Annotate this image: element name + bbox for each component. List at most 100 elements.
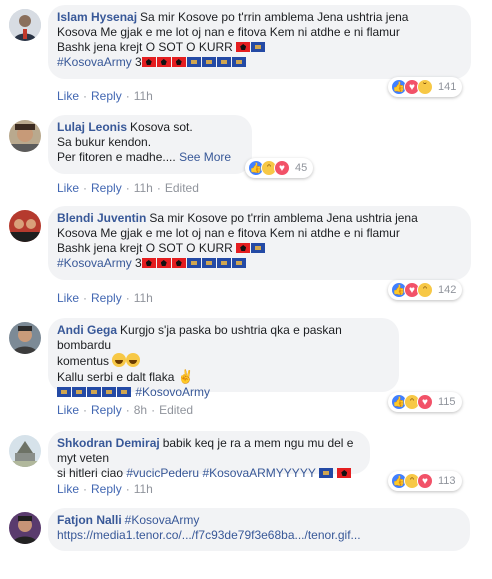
hashtag-link[interactable]: #KosovaARMYYYYY bbox=[202, 466, 315, 480]
kosovo-flag-icon bbox=[186, 57, 201, 67]
like-button[interactable]: Like bbox=[57, 181, 79, 195]
albania-flag-icon bbox=[236, 243, 251, 253]
sad-reaction-icon: ˘ bbox=[417, 79, 433, 95]
comment-bubble: Shkodran Demiraj babik keq je ra a mem ng… bbox=[48, 431, 370, 480]
reply-button[interactable]: Reply bbox=[91, 482, 122, 496]
comment-bubble: Andi Gega Kurgjo s'ja paska bo ushtria qk… bbox=[48, 318, 399, 399]
comment-text: komentus bbox=[57, 354, 110, 368]
love-reaction-icon: ♥ bbox=[417, 394, 433, 410]
comment-text: Kallu serbi e dalt flaka bbox=[57, 370, 175, 384]
commenter-name[interactable]: Blendi Juventin bbox=[57, 211, 146, 225]
avatar-image bbox=[9, 322, 41, 354]
victory-hand-icon: ✌ bbox=[177, 369, 194, 384]
reply-button[interactable]: Reply bbox=[91, 403, 122, 417]
albania-flag-icon bbox=[171, 57, 186, 67]
avatar-image bbox=[9, 9, 41, 41]
albania-flag-icon bbox=[141, 258, 156, 268]
commenter-name[interactable]: Andi Gega bbox=[57, 323, 117, 337]
commenter-name[interactable]: Fatjon Nalli bbox=[57, 513, 122, 527]
avatar[interactable] bbox=[9, 9, 41, 41]
hashtag-link[interactable]: #KosovoArmy bbox=[135, 385, 210, 399]
like-button[interactable]: Like bbox=[57, 482, 79, 496]
like-button[interactable]: Like bbox=[57, 89, 79, 103]
avatar[interactable] bbox=[9, 435, 41, 467]
avatar[interactable] bbox=[9, 210, 41, 242]
gif-link[interactable]: https://media1.tenor.co/.../f7c93de79f3e… bbox=[57, 528, 361, 542]
reaction-count: 141 bbox=[438, 81, 457, 93]
timestamp[interactable]: 11h bbox=[134, 181, 153, 195]
reaction-count: 115 bbox=[438, 396, 456, 408]
kosovo-flag-icon bbox=[117, 387, 131, 397]
reaction-summary[interactable]: 👍 ᵔ ♥ 113 bbox=[388, 471, 462, 491]
comment-text: Bashk jena krejt O SOT O KURR bbox=[57, 241, 233, 255]
comment-text: si hitleri ciao bbox=[57, 466, 124, 480]
love-reaction-icon: ♥ bbox=[417, 473, 433, 489]
avatar[interactable] bbox=[9, 512, 41, 544]
hashtag-link[interactable]: #vucicPederu bbox=[126, 466, 199, 480]
hashtag-suffix: 3 bbox=[135, 256, 142, 270]
edited-label[interactable]: Edited bbox=[165, 181, 199, 195]
comment-text: Bashk jena krejt O SOT O KURR bbox=[57, 40, 233, 54]
albania-flag-icon bbox=[337, 468, 352, 478]
timestamp[interactable]: 11h bbox=[134, 291, 153, 305]
commenter-name[interactable]: Islam Hysenaj bbox=[57, 10, 137, 24]
comment-actions: Like · Reply · 11h · Edited bbox=[57, 181, 199, 195]
comment-text: Kosova Me gjak e me lot oj nan e fitova … bbox=[57, 25, 400, 39]
comment-text: Kosova Me gjak e me lot oj nan e fitova … bbox=[57, 226, 400, 240]
comment-actions: Like · Reply · 8h · Edited bbox=[57, 403, 194, 417]
see-more-link[interactable]: See More bbox=[179, 150, 231, 164]
comment-actions: Like · Reply · 11h bbox=[57, 89, 153, 103]
reaction-summary[interactable]: 👍 ♥ ᵔ 142 bbox=[388, 280, 463, 300]
kosovo-flag-icon bbox=[251, 243, 266, 253]
like-button[interactable]: Like bbox=[57, 403, 79, 417]
timestamp[interactable]: 11h bbox=[134, 89, 153, 103]
reaction-count: 142 bbox=[438, 284, 457, 296]
comment-actions: Like · Reply · 11h bbox=[57, 291, 153, 305]
reaction-summary[interactable]: 👍 ᵔ ♥ 45 bbox=[245, 158, 314, 178]
avatar-image bbox=[9, 210, 41, 242]
commenter-name[interactable]: Shkodran Demiraj bbox=[57, 436, 160, 450]
kosovo-flag-icon bbox=[216, 57, 231, 67]
albania-flag-icon bbox=[171, 258, 186, 268]
kosovo-flag-icon bbox=[102, 387, 116, 397]
comment-actions: Like · Reply · 11h bbox=[57, 482, 153, 496]
comment-text: Sa bukur kendon. bbox=[57, 135, 152, 149]
hashtag-link[interactable]: #KosovaArmy bbox=[125, 513, 200, 527]
timestamp[interactable]: 11h bbox=[134, 482, 153, 496]
edited-label[interactable]: Edited bbox=[159, 403, 193, 417]
hashtag-suffix: 3 bbox=[135, 55, 142, 69]
kosovo-flag-icon bbox=[251, 42, 266, 52]
albania-flag-icon bbox=[141, 57, 156, 67]
like-button[interactable]: Like bbox=[57, 291, 79, 305]
comment-text: Sa mir Kosove po t'rrin amblema Jena ush… bbox=[149, 211, 418, 225]
kosovo-flag-icon bbox=[186, 258, 201, 268]
kosovo-flag-icon bbox=[318, 468, 333, 478]
comment-text: Sa mir Kosove po t'rrin amblema Jena ush… bbox=[140, 10, 409, 24]
kosovo-flag-icon bbox=[216, 258, 231, 268]
avatar-image bbox=[9, 120, 41, 152]
albania-flag-icon bbox=[156, 258, 171, 268]
avatar-image bbox=[9, 512, 41, 544]
avatar-image bbox=[9, 435, 41, 467]
reply-button[interactable]: Reply bbox=[91, 181, 122, 195]
albania-flag-icon bbox=[156, 57, 171, 67]
reaction-summary[interactable]: 👍 ᵔ ♥ 115 bbox=[388, 392, 462, 412]
reply-button[interactable]: Reply bbox=[91, 89, 122, 103]
commenter-name[interactable]: Lulaj Leonis bbox=[57, 120, 127, 134]
hashtag-link[interactable]: #KosovaArmy bbox=[57, 256, 132, 270]
reaction-count: 113 bbox=[438, 475, 456, 487]
avatar[interactable] bbox=[9, 322, 41, 354]
kosovo-flag-icon bbox=[57, 387, 71, 397]
hashtag-link[interactable]: #KosovaArmy bbox=[57, 55, 132, 69]
comment-bubble: Fatjon Nalli #KosovaArmy https://media1.t… bbox=[48, 508, 470, 551]
timestamp[interactable]: 8h bbox=[134, 403, 147, 417]
kosovo-flag-icon bbox=[231, 57, 246, 67]
haha-reaction-icon: ᵔ bbox=[417, 282, 433, 298]
comment-text: Per fitoren e madhe.... bbox=[57, 150, 176, 164]
reply-button[interactable]: Reply bbox=[91, 291, 122, 305]
kosovo-flag-icon bbox=[201, 57, 216, 67]
comment-bubble: Lulaj Leonis Kosova sot. Sa bukur kendon.… bbox=[48, 115, 252, 174]
reaction-summary[interactable]: 👍 ♥ ˘ 141 bbox=[388, 77, 463, 97]
laughing-emoji-icon bbox=[112, 353, 127, 367]
avatar[interactable] bbox=[9, 120, 41, 152]
